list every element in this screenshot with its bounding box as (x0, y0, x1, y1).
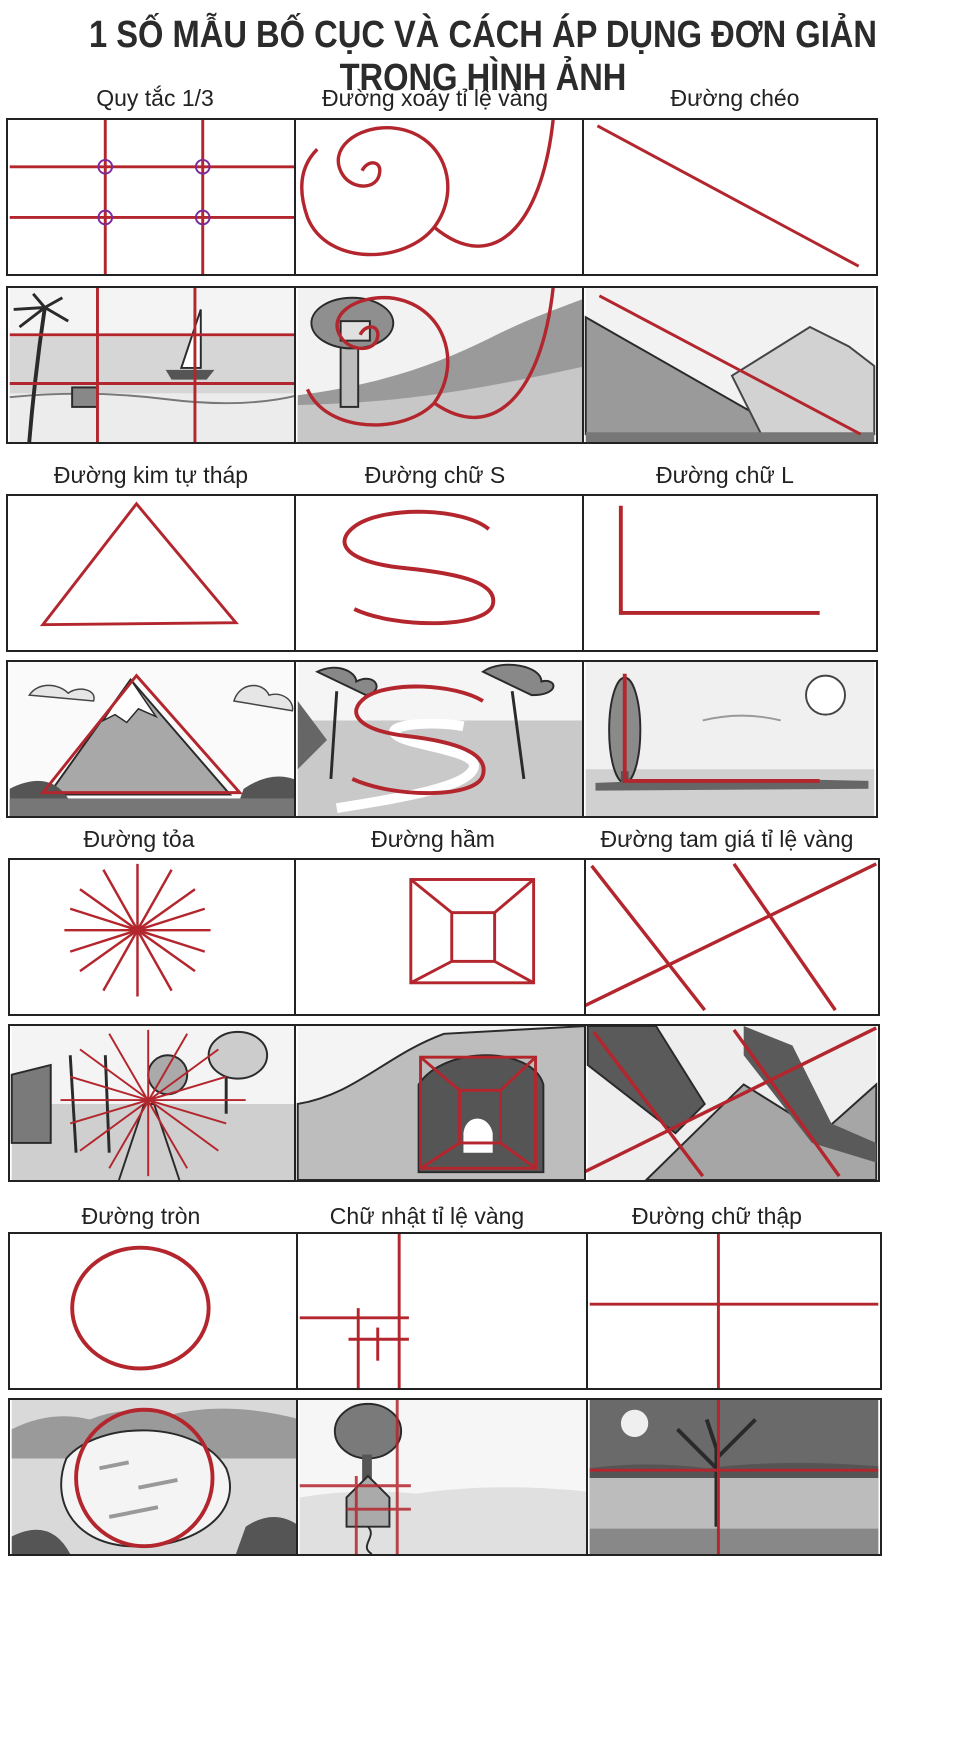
l-shape-diagram (582, 494, 878, 652)
label-circle: Đường tròn (81, 1203, 201, 1229)
pyramid-diagram (6, 494, 302, 652)
label-golden-rectangle: Chữ nhật tỉ lệ vàng (329, 1203, 525, 1229)
s-curve-diagram (294, 494, 590, 652)
s-curve-sketch (294, 660, 590, 818)
label-cross: Đường chữ thập (632, 1203, 802, 1229)
golden-rectangle-diagram (296, 1232, 592, 1390)
label-golden-spiral: Đường xoáy tỉ lệ vàng (321, 85, 549, 111)
golden-spiral-sketch (294, 286, 590, 444)
golden-spiral-diagram (294, 118, 590, 276)
label-radial: Đường tỏa (83, 826, 195, 852)
label-golden-triangle: Đường tam giá tỉ lệ vàng (600, 826, 854, 852)
l-shape-sketch (582, 660, 878, 818)
circle-diagram (8, 1232, 304, 1390)
pyramid-sketch (6, 660, 302, 818)
radial-sketch (8, 1024, 304, 1182)
rule-of-thirds-sketch (6, 286, 302, 444)
label-pyramid: Đường kim tự tháp (53, 462, 249, 488)
label-s-curve: Đường chữ S (364, 462, 506, 488)
diagonal-diagram (582, 118, 878, 276)
radial-diagram (8, 858, 304, 1016)
cross-sketch (586, 1398, 882, 1556)
rule-of-thirds-diagram (6, 118, 302, 276)
label-l-shape: Đường chữ L (656, 462, 794, 488)
label-diagonal: Đường chéo (670, 85, 800, 111)
cross-diagram (586, 1232, 882, 1390)
label-tunnel: Đường hầm (371, 826, 495, 852)
golden-rectangle-sketch (296, 1398, 592, 1556)
golden-triangle-diagram (584, 858, 880, 1016)
tunnel-sketch (294, 1024, 590, 1182)
diagonal-sketch (582, 286, 878, 444)
tunnel-diagram (294, 858, 590, 1016)
circle-sketch (8, 1398, 304, 1556)
golden-triangle-sketch (584, 1024, 880, 1182)
label-rule-of-thirds: Quy tắc 1/3 (96, 85, 214, 111)
